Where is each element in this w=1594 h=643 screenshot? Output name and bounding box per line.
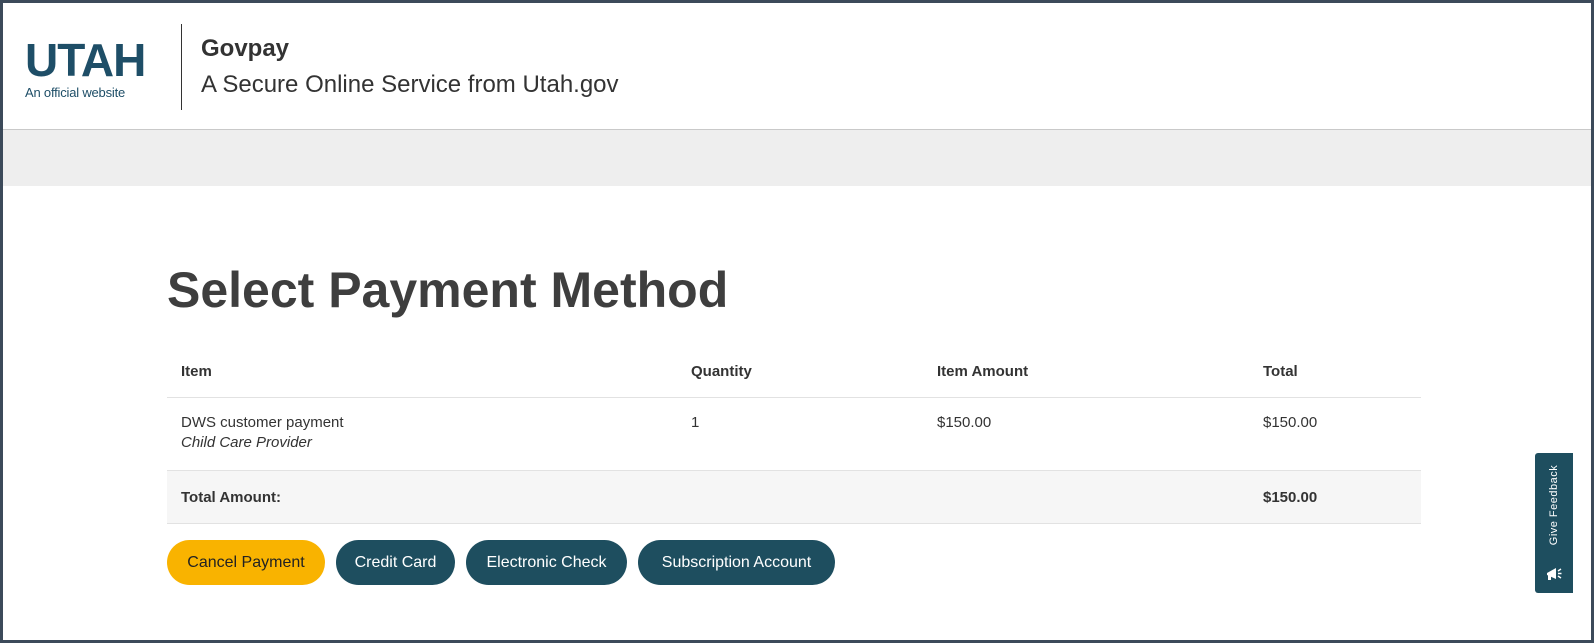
site-title: Govpay [201, 35, 290, 62]
item-name: DWS customer payment [181, 414, 344, 431]
total-amount: $150.00 [1249, 470, 1421, 524]
total-row: Total Amount: $150.00 [167, 470, 1421, 524]
gray-band [3, 130, 1591, 186]
payment-actions: Cancel Payment Credit Card Electronic Ch… [167, 540, 835, 585]
page-title: Select Payment Method [167, 262, 729, 318]
give-feedback-tab[interactable]: Give Feedback [1535, 453, 1573, 593]
logo-subtitle: An official website [25, 85, 126, 100]
cancel-payment-button[interactable]: Cancel Payment [167, 540, 325, 585]
site-header: UTAH An official website Govpay A Secure… [3, 3, 1591, 130]
column-header-item-amount: Item Amount [923, 345, 1249, 398]
total-empty-cell [923, 470, 1249, 524]
payment-items-table: Item Quantity Item Amount Total DWS cust… [167, 345, 1421, 524]
utah-logo[interactable]: UTAH An official website [25, 37, 165, 107]
table-row: DWS customer payment Child Care Provider… [167, 397, 1421, 471]
column-header-total: Total [1249, 345, 1421, 398]
browser-frame: UTAH An official website Govpay A Secure… [0, 0, 1594, 643]
header-divider [181, 24, 182, 110]
quantity-cell: 1 [677, 397, 923, 471]
credit-card-button[interactable]: Credit Card [336, 540, 455, 585]
column-header-quantity: Quantity [677, 345, 923, 398]
table-header-row: Item Quantity Item Amount Total [167, 345, 1421, 398]
electronic-check-button[interactable]: Electronic Check [466, 540, 627, 585]
item-cell: DWS customer payment Child Care Provider [167, 397, 677, 471]
give-feedback-label: Give Feedback [1548, 464, 1560, 546]
logo-wordmark: UTAH [25, 34, 146, 86]
megaphone-icon [1547, 568, 1562, 580]
subscription-account-button[interactable]: Subscription Account [638, 540, 835, 585]
total-cell: $150.00 [1249, 397, 1421, 471]
item-amount-cell: $150.00 [923, 397, 1249, 471]
column-header-item: Item [167, 345, 677, 398]
total-label: Total Amount: [167, 470, 677, 524]
site-tagline: A Secure Online Service from Utah.gov [201, 71, 619, 98]
item-subtitle: Child Care Provider [181, 434, 312, 451]
total-empty-cell [677, 470, 923, 524]
